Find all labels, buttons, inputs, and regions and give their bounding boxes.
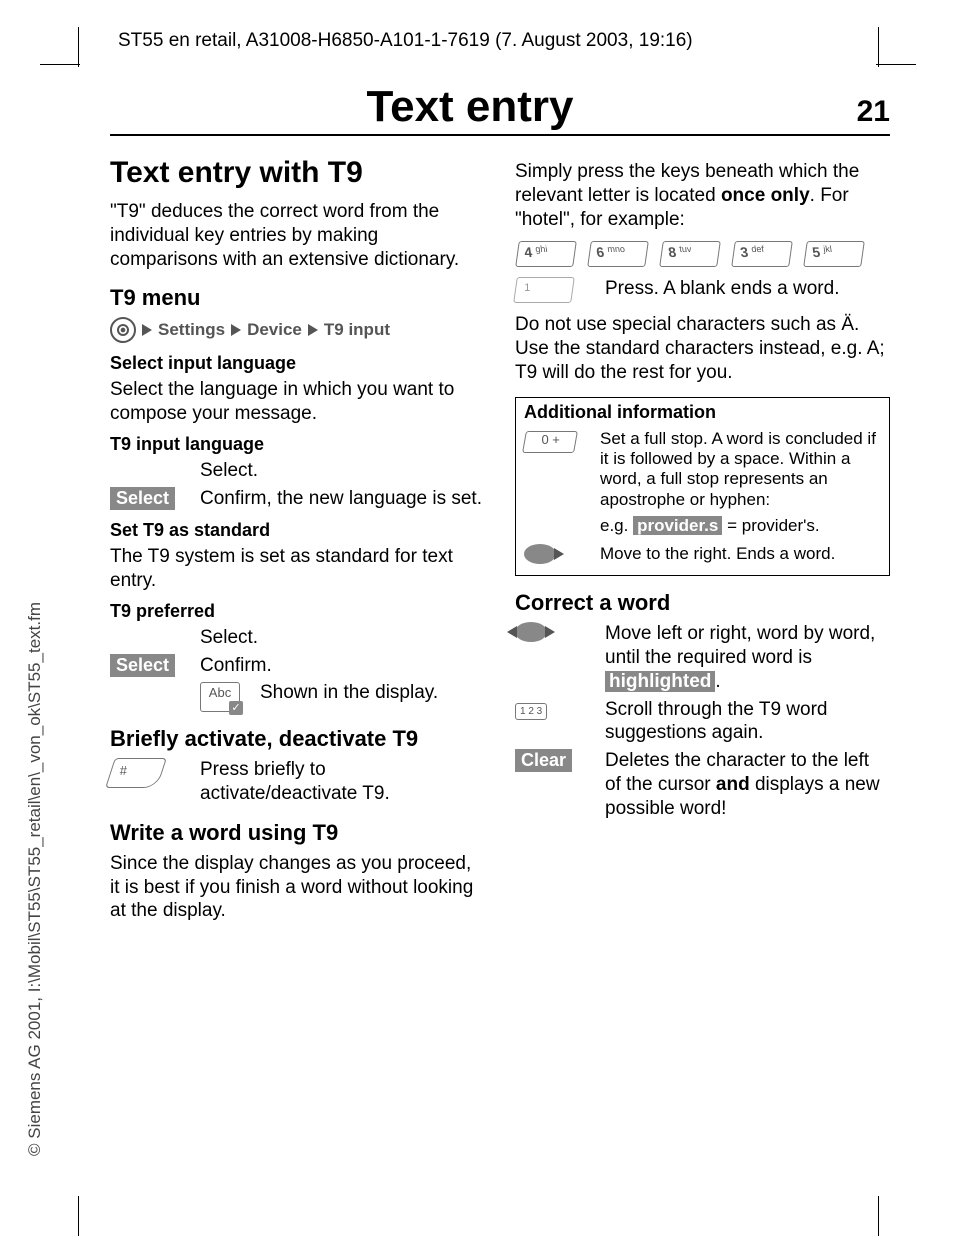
clear-text: Deletes the character to the left of the… (605, 749, 890, 820)
nav-settings: Settings (158, 320, 225, 340)
select-text: Select. (200, 459, 485, 483)
crop-mark (40, 64, 80, 65)
page-title: Text entry (110, 82, 830, 132)
softkey-select: Select (110, 487, 175, 510)
nav-path: Settings Device T9 input (110, 317, 485, 343)
heading-select-lang: Select input language (110, 353, 485, 374)
nav-leftright-icon (515, 622, 547, 642)
arrow-icon (308, 324, 318, 336)
press-keys-intro: Simply press the keys beneath which the … (515, 160, 890, 231)
set-standard-body: The T9 system is set as standard for tex… (110, 545, 485, 593)
info-heading: Additional information (516, 398, 889, 427)
heading-t9-menu: T9 menu (110, 285, 485, 311)
key-5: 5 jkl (803, 241, 865, 267)
confirm-lang-text: Confirm, the new language is set. (200, 487, 485, 511)
key-8: 8 tuv (659, 241, 721, 267)
key-1-blank (513, 277, 575, 303)
scroll-suggestions-text: Scroll through the T9 word suggestions a… (605, 698, 890, 746)
doc-header: ST55 en retail, A31008-H6850-A101-1-7619… (110, 30, 890, 52)
select-lang-body: Select the language in which you want to… (110, 378, 485, 426)
copyright-text: © Siemens AG 2001, I:\Mobil\ST55\ST55_re… (25, 602, 45, 1156)
page-number: 21 (830, 95, 890, 129)
label-t9-input-lang: T9 input language (110, 434, 485, 455)
arrow-icon (142, 324, 152, 336)
abc-icon: Abc (200, 682, 240, 712)
brief-body: Press briefly to activate/deactivate T9. (200, 758, 485, 806)
arrow-icon (231, 324, 241, 336)
left-column: Text entry with T9 "T9" deduces the corr… (110, 156, 485, 927)
nav-device: Device (247, 320, 302, 340)
triple-key-icon: 1 2 3 (515, 703, 547, 720)
correct-move-text: Move left or right, word by word, until … (605, 622, 890, 693)
key-0: 0 + (522, 431, 578, 453)
key-3: 3 def (731, 241, 793, 267)
crop-mark (78, 1196, 79, 1236)
hash-key-icon (105, 758, 167, 788)
heading-briefly-activate: Briefly activate, deactivate T9 (110, 726, 485, 752)
key-4: 4 ghi (515, 241, 577, 267)
zero-key-body: Set a full stop. A word is concluded if … (600, 429, 881, 511)
additional-info-box: Additional information 0 + Set a full st… (515, 397, 890, 577)
select-text-2: Select. (200, 626, 485, 650)
heading-correct-word: Correct a word (515, 590, 890, 616)
example-providers: e.g. provider.s = provider's. (600, 516, 881, 536)
heading-t9-entry: Text entry with T9 (110, 156, 485, 190)
key-sequence: 4 ghi 6 mno 8 tuv 3 def 5 jkl (515, 239, 890, 269)
label-t9-preferred: T9 preferred (110, 601, 485, 622)
move-right-text: Move to the right. Ends a word. (600, 544, 881, 569)
nav-right-icon (524, 544, 556, 564)
no-special-chars: Do not use special characters such as Ä.… (515, 313, 890, 384)
crop-mark (78, 27, 79, 67)
menu-icon (110, 317, 136, 343)
softkey-select-2: Select (110, 654, 175, 677)
write-body: Since the display changes as you proceed… (110, 852, 485, 923)
right-column: Simply press the keys beneath which the … (515, 156, 890, 927)
intro-text: "T9" deduces the correct word from the i… (110, 200, 485, 271)
press-blank-text: Press. A blank ends a word. (605, 277, 890, 301)
confirm-text: Confirm. (200, 654, 485, 678)
title-row: Text entry 21 (110, 82, 890, 136)
heading-set-standard: Set T9 as standard (110, 520, 485, 541)
crop-mark (878, 1196, 879, 1236)
heading-write-word: Write a word using T9 (110, 820, 485, 846)
softkey-clear: Clear (515, 749, 572, 772)
shown-display-text: Shown in the display. (260, 681, 485, 705)
nav-t9input: T9 input (324, 320, 390, 340)
key-6: 6 mno (587, 241, 649, 267)
